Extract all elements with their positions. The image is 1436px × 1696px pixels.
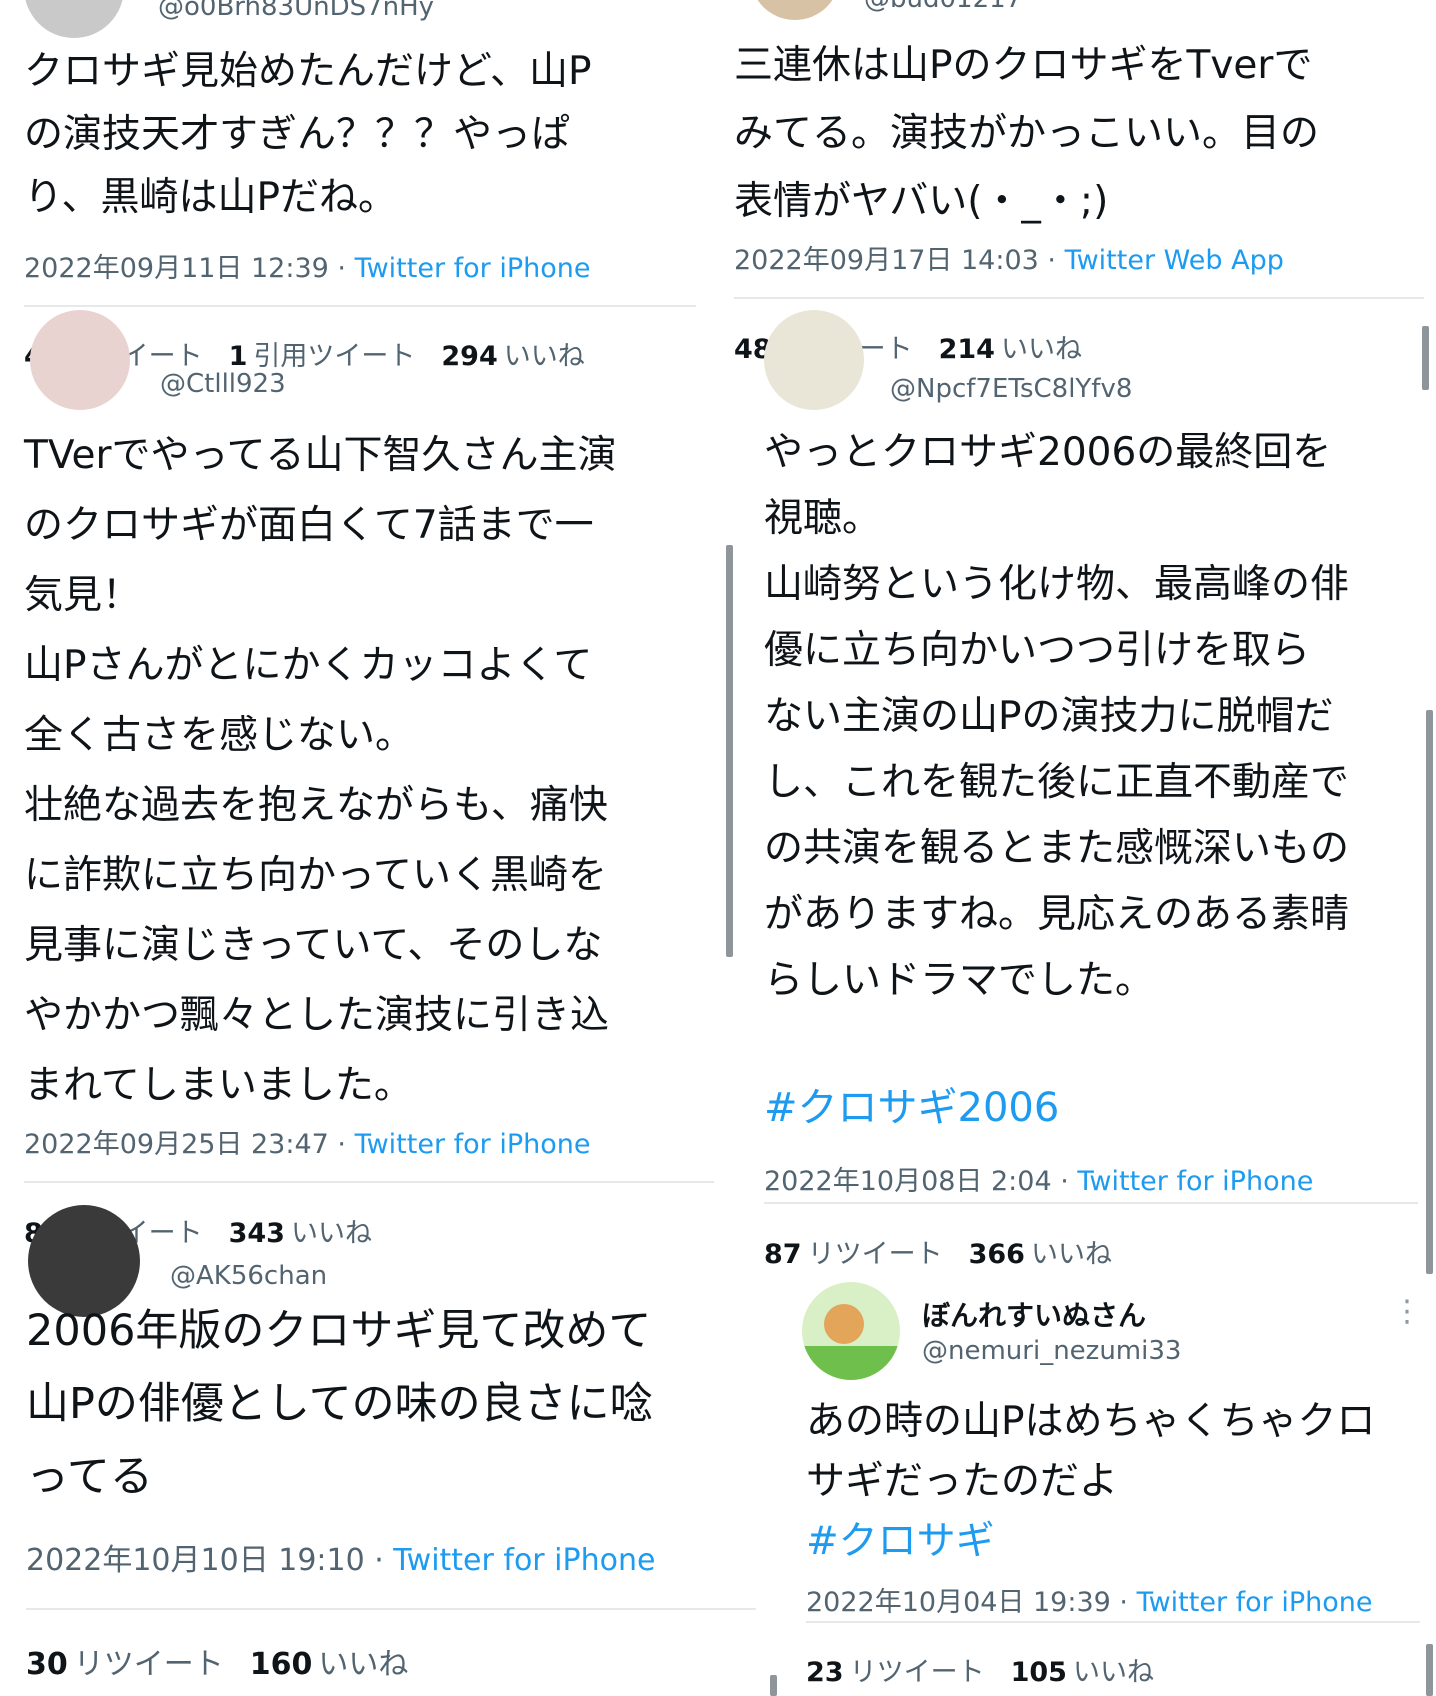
tweet-3: @Ctlll923 TVerでやってる山下智久さん主演 のクロサギが面白くて7話… (0, 310, 733, 1275)
avatar[interactable] (30, 310, 130, 410)
tweet-timestamp[interactable]: 2022年09月17日 14:03 · Twitter Web App (734, 238, 1284, 277)
tweet-text: あの時の山Pはめちゃくちゃクロ サギだったのだよ (806, 1399, 1376, 1504)
tweet-handle[interactable]: @Npcf7ETsC8lYfv8 (890, 374, 1132, 404)
retweet-count[interactable]: 30 リツイート (26, 1647, 224, 1682)
scrollbar[interactable] (770, 1675, 777, 1696)
divider (806, 1621, 1420, 1623)
tweet-stats: 30 リツイート 160 いいね (26, 1639, 408, 1683)
tweet-source[interactable]: Twitter Web App (1065, 245, 1284, 276)
tweet-date[interactable]: 2022年10月10日 19:10 · (26, 1543, 393, 1578)
scrollbar[interactable] (726, 545, 733, 957)
tweet-stats: 23 リツイート 105 いいね (806, 1650, 1154, 1689)
tweet-handle[interactable]: @Ctlll923 (160, 369, 286, 399)
avatar-grass (802, 1346, 900, 1380)
tweet-timestamp[interactable]: 2022年09月11日 12:39 · Twitter for iPhone (24, 246, 591, 285)
display-name[interactable]: ぼんれすいぬさん (922, 1294, 1146, 1334)
tweet-handle[interactable]: @bud01217 (864, 0, 1022, 14)
like-count[interactable]: 160 いいね (250, 1647, 409, 1682)
like-count[interactable]: 105 いいね (1011, 1657, 1154, 1688)
tweet-text: クロサギ見始めたんだけど、山P の演技天才すぎん？？？やっぱ り、黒崎は山Pだね… (24, 49, 592, 220)
tweet-date[interactable]: 2022年09月25日 23:47 · (24, 1129, 355, 1160)
divider (24, 1181, 714, 1183)
tweet-1: @o0Brh83UnDS7nHy クロサギ見始めたんだけど、山P の演技天才すぎ… (0, 0, 700, 372)
scrollbar[interactable] (1426, 710, 1433, 1274)
tweet-date[interactable]: 2022年10月08日 2:04 · (764, 1166, 1077, 1197)
divider (734, 297, 1424, 299)
retweet-count[interactable]: 23 リツイート (806, 1657, 985, 1688)
tweet-timestamp[interactable]: 2022年10月04日 19:39 · Twitter for iPhone (806, 1580, 1373, 1619)
tweet-5: @AK56chan 2006年版のクロサギ見て改めて 山Pの俳優としての味の良さ… (0, 1205, 760, 1696)
divider (764, 1202, 1418, 1204)
hashtag[interactable]: #クロサギ (806, 1512, 1436, 1572)
avatar[interactable] (750, 0, 840, 20)
tweet-text: 2006年版のクロサギ見て改めて 山Pの俳優としての味の良さに唸 ってる (26, 1306, 653, 1502)
tweet-source[interactable]: Twitter for iPhone (1077, 1166, 1313, 1197)
tweet-source[interactable]: Twitter for iPhone (393, 1543, 655, 1578)
divider (24, 305, 696, 307)
tweet-handle[interactable]: @AK56chan (170, 1261, 327, 1291)
more-options-icon[interactable]: ⋮ (1392, 1294, 1422, 1329)
avatar[interactable] (24, 0, 124, 38)
retweet-count[interactable]: 87 リツイート (764, 1239, 943, 1270)
avatar[interactable] (802, 1282, 900, 1380)
tweet-4: @Npcf7ETsC8lYfv8 やっとクロサギ2006の最終回を 視聴。 山崎… (740, 310, 1436, 1274)
tweet-handle[interactable]: @o0Brh83UnDS7nHy (158, 0, 434, 22)
tweet-text: やっとクロサギ2006の最終回を 視聴。 山崎努という化け物、最高峰の俳 優に立… (764, 430, 1350, 1003)
tweet-stats: 87 リツイート 366 いいね (764, 1232, 1112, 1271)
tweet-timestamp[interactable]: 2022年09月25日 23:47 · Twitter for iPhone (24, 1122, 591, 1161)
like-count[interactable]: 343 いいね (229, 1218, 372, 1249)
tweet-date[interactable]: 2022年10月04日 19:39 · (806, 1587, 1137, 1618)
quote-count[interactable]: 1 引用ツイート (229, 341, 416, 372)
like-count[interactable]: 366 いいね (969, 1239, 1112, 1270)
avatar-character (824, 1304, 864, 1344)
tweet-source[interactable]: Twitter for iPhone (1137, 1587, 1373, 1618)
hashtag[interactable]: #クロサギ2006 (764, 1078, 1436, 1138)
divider (26, 1608, 756, 1610)
like-count[interactable]: 294 いいね (441, 341, 584, 372)
tweet-text: TVerでやってる山下智久さん主演 のクロサギが面白くて7話まで一 気見！ 山P… (24, 433, 617, 1108)
scrollbar[interactable] (1426, 1644, 1433, 1696)
like-count[interactable]: 214 いいね (939, 334, 1082, 365)
scrollbar[interactable] (1422, 326, 1429, 390)
tweet-timestamp[interactable]: 2022年10月10日 19:10 · Twitter for iPhone (26, 1535, 655, 1579)
avatar[interactable] (764, 310, 864, 410)
tweet-date[interactable]: 2022年09月17日 14:03 · (734, 245, 1065, 276)
tweet-source[interactable]: Twitter for iPhone (355, 253, 591, 284)
tweet-text: 三連休は山PのクロサギをTverで みてる。演技がかっこいい。目の 表情がヤバい… (734, 43, 1320, 224)
tweet-date[interactable]: 2022年09月11日 12:39 · (24, 253, 355, 284)
tweet-6: ぼんれすいぬさん @nemuri_nezumi33 ⋮ あの時の山Pはめちゃくち… (770, 1280, 1436, 1696)
tweet-source[interactable]: Twitter for iPhone (355, 1129, 591, 1160)
tweet-handle[interactable]: @nemuri_nezumi33 (922, 1336, 1181, 1366)
tweet-timestamp[interactable]: 2022年10月08日 2:04 · Twitter for iPhone (764, 1159, 1313, 1198)
